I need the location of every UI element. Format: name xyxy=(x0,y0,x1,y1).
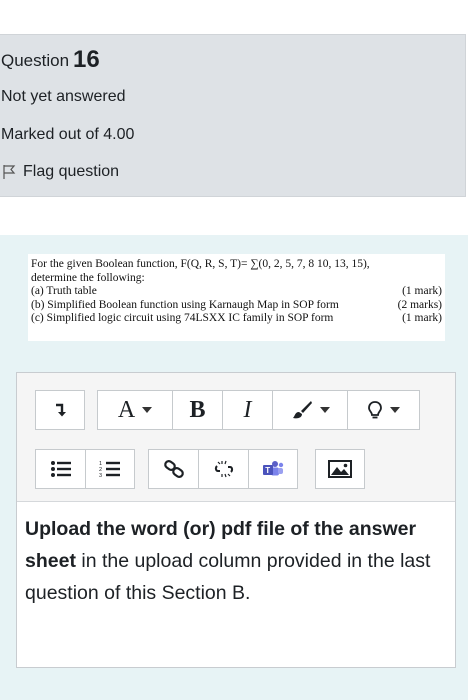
link-button[interactable] xyxy=(148,449,198,489)
italic-button[interactable]: I xyxy=(222,390,272,430)
question-label: Question xyxy=(1,51,70,70)
insert-image-button[interactable] xyxy=(315,449,365,489)
question-text-image: For the given Boolean function, F(Q, R, … xyxy=(28,254,445,341)
question-state: Not yet answered xyxy=(1,88,126,105)
collapse-toolbar-button[interactable] xyxy=(35,390,85,430)
editor-toolbar: A B I 123 T xyxy=(17,373,455,502)
unlink-icon xyxy=(213,459,235,479)
teams-meeting-button[interactable]: T xyxy=(248,449,298,489)
numbered-list-icon: 123 xyxy=(99,460,121,478)
italic-icon: I xyxy=(243,396,252,423)
question-number: 16 xyxy=(73,46,100,73)
editor-normal-text: in the upload column provided in the las… xyxy=(25,550,431,604)
teams-icon: T xyxy=(262,460,284,478)
svg-text:T: T xyxy=(265,466,270,475)
collapse-icon xyxy=(53,402,67,418)
chevron-down-icon xyxy=(142,407,153,413)
numbered-list-button[interactable]: 123 xyxy=(85,449,135,489)
text-color-button[interactable] xyxy=(272,390,347,430)
part-b-text: (b) Simplified Boolean function using Ka… xyxy=(31,298,339,311)
chevron-down-icon xyxy=(319,407,330,413)
part-a-text: (a) Truth table xyxy=(31,285,97,297)
bold-icon: B xyxy=(189,396,206,423)
editor-content[interactable]: Upload the word (or) pdf file of the ans… xyxy=(25,513,453,609)
unlink-button[interactable] xyxy=(198,449,248,489)
font-size-icon: A xyxy=(117,396,136,423)
part-a-marks: (1 mark) xyxy=(402,285,442,297)
part-c-text: (c) Simplified logic circuit using 74LSX… xyxy=(31,312,334,324)
question-line-1: For the given Boolean function, F(Q, R, … xyxy=(31,258,370,270)
font-size-button[interactable]: A xyxy=(97,390,172,430)
flag-icon xyxy=(1,164,17,180)
bold-button[interactable]: B xyxy=(172,390,222,430)
bullet-list-icon xyxy=(50,460,72,478)
question-title: Question 16 xyxy=(1,46,100,74)
question-line-2: determine the following: xyxy=(31,271,145,284)
image-icon xyxy=(328,460,352,478)
text-color-icon xyxy=(291,400,313,420)
lightbulb-icon xyxy=(367,400,383,420)
accessibility-tools-button[interactable] xyxy=(347,390,420,430)
part-c-marks: (1 mark) xyxy=(402,312,442,324)
bullet-list-button[interactable] xyxy=(35,449,85,489)
svg-text:3: 3 xyxy=(99,473,102,478)
part-b-marks: (2 marks) xyxy=(397,298,442,311)
link-icon xyxy=(163,459,185,479)
answer-editor[interactable]: A B I 123 T Upload the word (or) pdf fil… xyxy=(16,372,456,668)
question-grade: Marked out of 4.00 xyxy=(1,126,135,143)
flag-question-link[interactable]: Flag question xyxy=(1,163,119,181)
flag-question-label: Flag question xyxy=(23,163,120,180)
chevron-down-icon xyxy=(390,407,400,413)
